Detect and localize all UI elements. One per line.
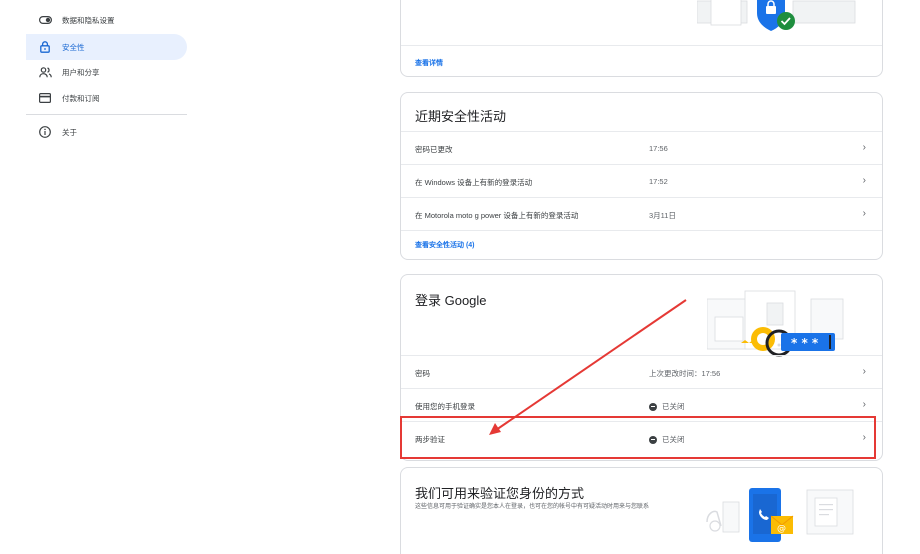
toggle-icon <box>38 13 52 27</box>
chevron-right-icon: › <box>862 142 866 153</box>
card-title: 近期安全性活动 <box>415 109 507 124</box>
shield-illustration <box>696 0 857 43</box>
svg-text:@: @ <box>777 524 786 534</box>
sidebar-divider <box>26 114 187 115</box>
card-title: 登录 Google <box>415 293 487 308</box>
sidebar-item-payments[interactable]: 付款和订阅 <box>26 85 187 111</box>
verify-identity-card: 我们可用来验证您身份的方式 这些信息可用于验证确实是您本人在登录，也可在您的帐号… <box>400 467 883 554</box>
password-key-illustration: * * * <box>706 287 847 357</box>
disabled-status-icon <box>649 402 657 411</box>
info-icon <box>38 125 52 139</box>
sidebar-item-data-privacy[interactable]: 数据和隐私设置 <box>26 7 187 33</box>
lock-icon <box>38 40 52 54</box>
svg-text:* * *: * * * <box>791 336 819 350</box>
people-icon <box>38 65 52 79</box>
sidebar: 数据和隐私设置 安全性 用户和分享 付款和订阅 关于 <box>0 0 200 554</box>
chevron-right-icon: › <box>862 208 866 219</box>
chevron-right-icon: › <box>862 175 866 186</box>
card-title: 我们可用来验证您身份的方式 <box>415 486 585 501</box>
recent-activity-card: 近期安全性活动 密码已更改 17:56 › 在 Windows 设备上有新的登录… <box>400 92 883 260</box>
sidebar-item-label: 付款和订阅 <box>62 93 100 103</box>
sidebar-item-label: 数据和隐私设置 <box>62 15 115 25</box>
sidebar-item-label: 关于 <box>62 127 77 137</box>
security-checkup-card: 查看详情 <box>400 0 883 77</box>
sidebar-item-label: 用户和分享 <box>62 67 100 77</box>
view-security-activity-link[interactable]: 查看安全性活动 (4) <box>415 240 475 250</box>
card-description: 这些信息可用于验证确实是您本人在登录，也可在您的帐号中有可疑活动时用来与您联系 <box>415 504 650 510</box>
phone-email-illustration: @ <box>697 482 857 542</box>
activity-row[interactable]: 在 Windows 设备上有新的登录活动 17:52 › <box>401 164 882 197</box>
sidebar-item-about[interactable]: 关于 <box>26 119 187 145</box>
sidebar-item-security[interactable]: 安全性 <box>26 34 187 60</box>
sidebar-item-people-sharing[interactable]: 用户和分享 <box>26 59 187 85</box>
activity-row[interactable]: 密码已更改 17:56 › <box>401 131 882 164</box>
chevron-right-icon: › <box>862 366 866 377</box>
highlight-box <box>400 416 876 459</box>
credit-card-icon <box>38 91 52 105</box>
chevron-right-icon: › <box>862 399 866 410</box>
activity-row[interactable]: 在 Motorola moto g power 设备上有新的登录活动 3月11日… <box>401 197 882 230</box>
password-row[interactable]: 密码 上次更改时间：17:56 › <box>401 355 882 388</box>
view-details-link[interactable]: 查看详情 <box>415 58 443 68</box>
sidebar-item-label: 安全性 <box>62 42 85 52</box>
